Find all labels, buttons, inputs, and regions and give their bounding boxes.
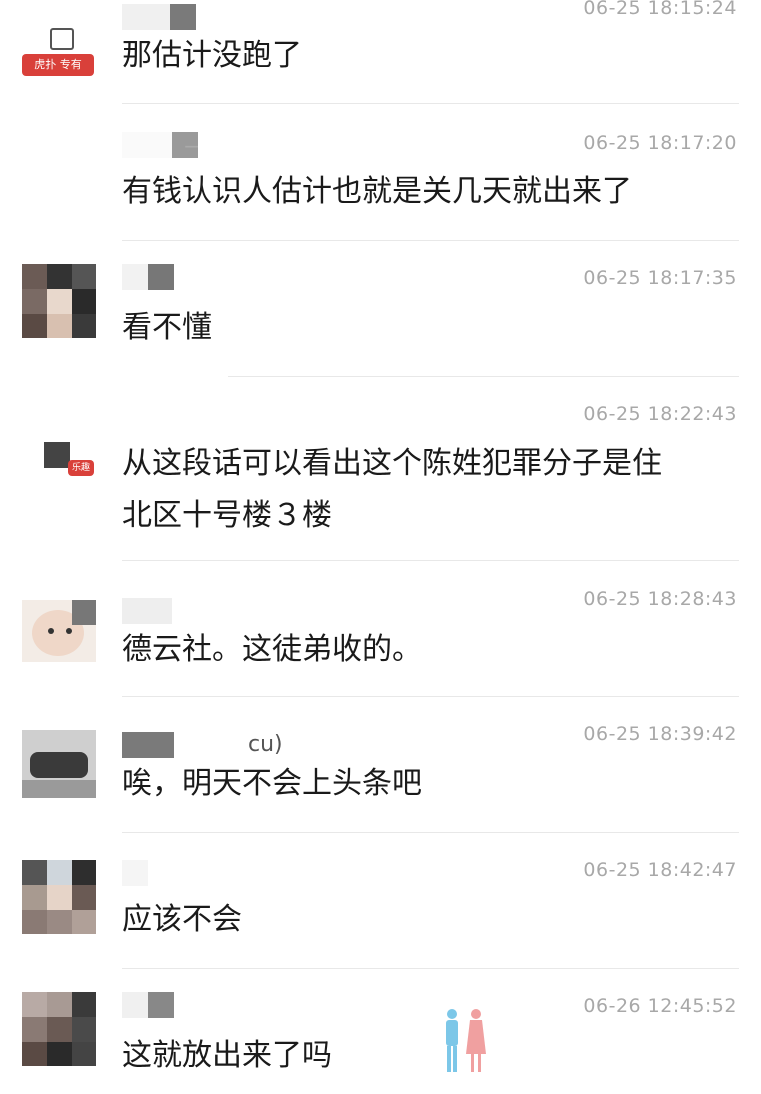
username[interactable] (122, 860, 148, 886)
couple-watermark-icon (446, 1009, 486, 1072)
avatar[interactable] (22, 992, 96, 1066)
comment-text: 这就放出来了吗 (122, 1038, 332, 1073)
avatar[interactable] (22, 264, 96, 338)
comment-text: 从这段话可以看出这个陈姓犯罪分子是住 北区十号楼３楼 (122, 446, 662, 533)
divider (122, 103, 739, 104)
divider (122, 696, 739, 697)
comment-time: 06-25 18:17:35 (583, 267, 737, 289)
avatar[interactable]: 虎扑 专有 (22, 24, 96, 76)
comment-text: 看不懂 (122, 310, 212, 345)
avatar[interactable]: 乐趣 (22, 420, 96, 476)
logo-icon (50, 28, 74, 50)
comment-text: 那估计没跑了 (122, 38, 302, 73)
username[interactable] (122, 264, 174, 290)
username[interactable] (122, 992, 174, 1018)
avatar[interactable] (22, 600, 96, 662)
comment-time: 06-26 12:45:52 (583, 995, 737, 1017)
avatar[interactable] (22, 730, 96, 798)
comment-text: 唉，明天不会上头条吧 (122, 766, 422, 801)
divider (122, 560, 739, 561)
comment-text: 有钱认识人估计也就是关几天就出来了 (122, 174, 632, 209)
avatar[interactable] (22, 860, 96, 934)
username[interactable] (122, 598, 172, 624)
comment-time: 06-25 18:22:43 (583, 403, 737, 425)
comment-text: 应该不会 (122, 902, 242, 937)
comment-time: 06-25 18:42:47 (583, 859, 737, 881)
user-badge: 乐趣 (68, 460, 94, 476)
divider (228, 376, 739, 377)
divider (122, 968, 739, 969)
comment-time: 06-25 18:39:42 (583, 723, 737, 745)
comment-text: 德云社。这徒弟收的。 (122, 632, 422, 667)
divider (122, 832, 739, 833)
comment-time: 06-25 18:28:43 (583, 588, 737, 610)
user-badge: 虎扑 专有 (22, 54, 94, 76)
divider (122, 240, 739, 241)
username[interactable]: cu) (122, 732, 283, 758)
comment-time: 06-25 18:15:24 (583, 0, 737, 19)
username[interactable]: ̶ (122, 132, 198, 158)
comment-time: 06-25 18:17:20 (583, 132, 737, 154)
username[interactable] (122, 4, 196, 30)
